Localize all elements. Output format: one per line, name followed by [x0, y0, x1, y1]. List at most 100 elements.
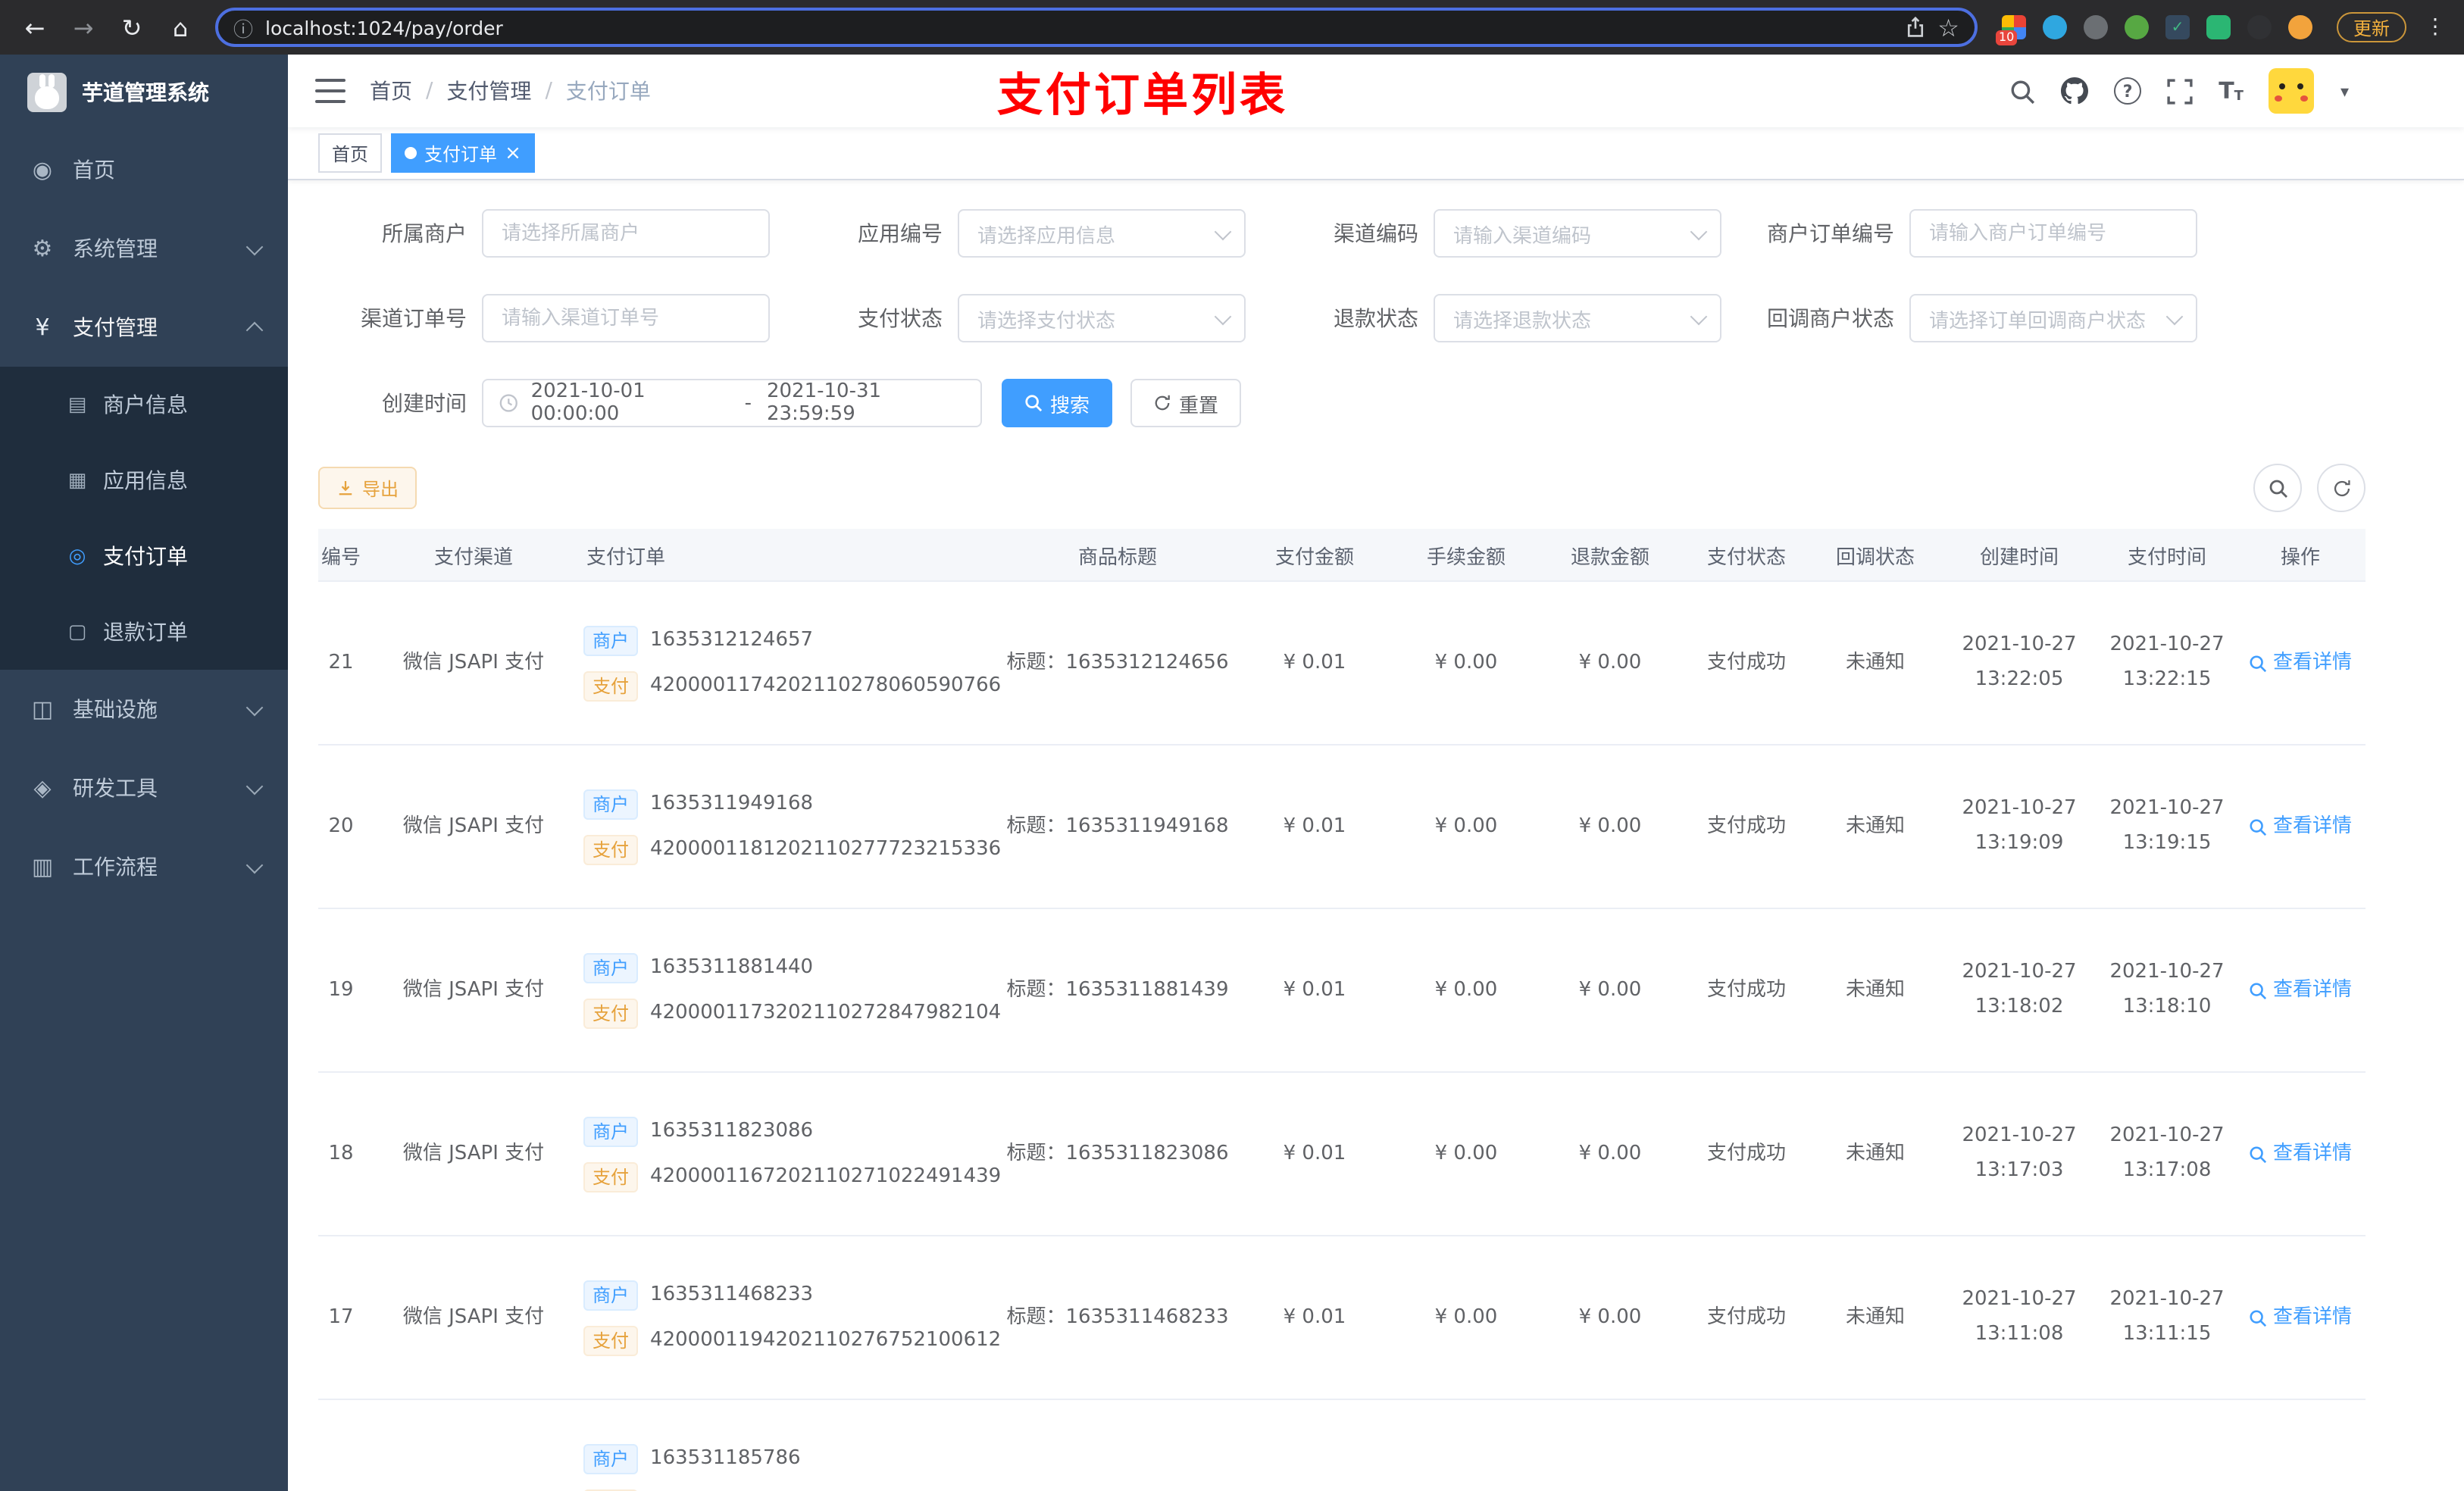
search-button-label: 搜索 [1050, 395, 1090, 417]
font-large-glyph: T [2219, 77, 2234, 105]
yen-icon: ¥ [35, 314, 50, 341]
browser-menu-icon[interactable]: ⋮ [2422, 15, 2449, 39]
chevron-down-icon [1214, 307, 1232, 325]
browser-home-button[interactable]: ⌂ [161, 8, 200, 47]
browser-forward-button[interactable]: → [64, 8, 103, 47]
table-row: 19 微信 JSAPI 支付 商户 1635311881440 支付 4200001… [318, 909, 2366, 1073]
vue-devtools-icon[interactable]: ✓ [2165, 15, 2190, 39]
bookmark-star-icon[interactable]: ☆ [1937, 13, 1959, 42]
channel-code-select[interactable]: 请输入渠道编码 [1434, 209, 1721, 258]
sidebar-item-refund-order[interactable]: ▢ 退款订单 [0, 594, 288, 670]
github-icon[interactable] [2061, 77, 2089, 105]
sidebar-item-app-info[interactable]: ▦ 应用信息 [0, 442, 288, 518]
cell-pay-status: 支付成功 [1706, 1305, 1786, 1329]
breadcrumb-payment[interactable]: 支付管理 [446, 76, 531, 106]
breadcrumb-home[interactable]: 首页 [370, 76, 412, 106]
tags-view-bar: 首页 支付订单 × [288, 127, 2464, 180]
extension-icon-blue[interactable] [2042, 15, 2067, 39]
close-icon[interactable]: × [505, 143, 521, 163]
extension-icon-green[interactable] [2124, 15, 2149, 39]
pay-tag: 支付 [583, 670, 639, 701]
merchant-order-no: 1635312124657 [650, 628, 814, 652]
tag-home[interactable]: 首页 [318, 133, 383, 173]
table-row: 18 微信 JSAPI 支付 商户 1635311823086 支付 4200001… [318, 1073, 2366, 1236]
column-header: 支付金额 [1274, 546, 1354, 569]
breadcrumb: 首页 / 支付管理 / 支付订单 [370, 76, 651, 106]
cell-amount: ¥ 0.01 [1283, 1142, 1346, 1165]
cell-title: 标题： 1635311949168 [1000, 812, 1235, 842]
sidebar-item-home[interactable]: ◉ 首页 [0, 130, 288, 209]
extension-icon-face[interactable] [2287, 15, 2312, 39]
refund-doc-icon: ▢ [67, 620, 87, 643]
font-size-icon[interactable]: TT [2219, 77, 2244, 105]
breadcrumb-current: 支付订单 [565, 80, 651, 105]
extension-icon-chat[interactable] [2206, 15, 2231, 39]
search-icon[interactable] [2009, 78, 2035, 104]
sidebar: 芋道管理系统 ◉ 首页 ⚙ 系统管理 ¥ 支付管理 ▤ 商户信息 ▦ 应用信息 … [0, 55, 288, 1491]
merchant-tag: 商户 [583, 1116, 639, 1146]
column-header: 回调状态 [1835, 546, 1915, 569]
sidebar-item-workflow[interactable]: ▥ 工作流程 [0, 827, 288, 906]
view-detail-link[interactable]: 查看详情 [2249, 812, 2352, 842]
cell-title: 标题： 1635311823086 [1000, 1139, 1235, 1169]
export-button[interactable]: 导出 [318, 467, 417, 509]
title-prefix: 标题： [1006, 1305, 1066, 1329]
toggle-search-button[interactable] [2253, 464, 2302, 512]
filter-form: 所属商户 应用编号 请选择应用信息 渠道编码 [318, 180, 2434, 427]
infra-icon: ◫ [31, 695, 54, 723]
merchant-order-no-input[interactable] [1909, 209, 2197, 258]
pay-status-select[interactable]: 请选择支付状态 [958, 294, 1246, 342]
cell-channel: 微信 JSAPI 支付 [402, 1142, 545, 1165]
extension-icon-dark[interactable] [2247, 15, 2272, 39]
refund-status-select[interactable]: 请选择退款状态 [1434, 294, 1721, 342]
app-id-select[interactable]: 请选择应用信息 [958, 209, 1246, 258]
create-time-range-picker[interactable]: 2021-10-01 00:00:00 - 2021-10-31 23:59:5… [482, 379, 982, 427]
site-info-icon[interactable]: ⓘ [233, 13, 253, 42]
reset-button[interactable]: 重置 [1130, 379, 1242, 427]
chevron-down-icon [245, 237, 264, 255]
view-detail-link[interactable]: 查看详情 [2249, 1303, 2352, 1333]
extension-icon-grid[interactable]: 10 [1995, 15, 2026, 45]
cell-order: 商户 1635311881440 支付 4200001173202110272847… [583, 952, 1001, 1028]
tag-label: 支付订单 [424, 143, 498, 164]
refresh-table-button[interactable] [2317, 464, 2366, 512]
help-icon[interactable]: ? [2114, 77, 2142, 105]
user-avatar[interactable] [2269, 68, 2315, 114]
search-button[interactable]: 搜索 [1002, 379, 1113, 427]
view-detail-label: 查看详情 [2272, 978, 2352, 1002]
sidebar-item-dev-tools[interactable]: ◈ 研发工具 [0, 749, 288, 827]
table-row: 21 微信 JSAPI 支付 商户 1635312124657 支付 4200001… [318, 582, 2366, 746]
view-detail-link[interactable]: 查看详情 [2249, 649, 2352, 678]
sidebar-item-pay-order[interactable]: ◎ 支付订单 [0, 518, 288, 594]
tag-pay-order[interactable]: 支付订单 × [391, 133, 535, 173]
browser-update-button[interactable]: 更新 [2336, 12, 2406, 42]
cell-fee: ¥ 0.00 [1434, 978, 1498, 1002]
share-icon[interactable] [1904, 17, 1925, 38]
time: 13:18:10 [2122, 995, 2212, 1017]
browser-back-button[interactable]: ← [15, 8, 55, 47]
gear-icon: ⚙ [32, 235, 53, 262]
view-detail-link[interactable]: 查看详情 [2249, 976, 2352, 1005]
sidebar-item-system[interactable]: ⚙ 系统管理 [0, 209, 288, 288]
browser-reload-button[interactable]: ↻ [112, 8, 152, 47]
avatar-caret-icon[interactable]: ▾ [2340, 81, 2349, 101]
fullscreen-icon[interactable] [2167, 78, 2193, 104]
view-detail-link[interactable]: 查看详情 [2249, 1139, 2352, 1169]
merchant-filter-input[interactable] [482, 209, 770, 258]
address-bar[interactable]: ⓘ localhost:1024/pay/order ☆ [215, 8, 1978, 47]
pay-tag: 支付 [583, 998, 639, 1028]
sidebar-item-merchant-info[interactable]: ▤ 商户信息 [0, 367, 288, 442]
sidebar-item-label: 首页 [73, 159, 115, 183]
sidebar-item-infra[interactable]: ◫ 基础设施 [0, 670, 288, 749]
sidebar-fold-icon[interactable] [315, 79, 346, 103]
channel-order-no-input[interactable] [482, 294, 770, 342]
sidebar-item-payment[interactable]: ¥ 支付管理 [0, 288, 288, 367]
title-value: 1635311881439 [1065, 978, 1229, 1002]
chevron-down-icon [245, 698, 264, 716]
cell-channel: 微信 JSAPI 支付 [402, 651, 545, 674]
filter-label: 应用编号 [858, 223, 943, 247]
extension-icon-gray[interactable] [2083, 15, 2108, 39]
date-end: 2021-10-31 23:59:59 [766, 380, 882, 426]
cell-refund: ¥ 0.00 [1578, 978, 1642, 1002]
notify-status-select[interactable]: 请选择订单回调商户状态 [1909, 294, 2197, 342]
